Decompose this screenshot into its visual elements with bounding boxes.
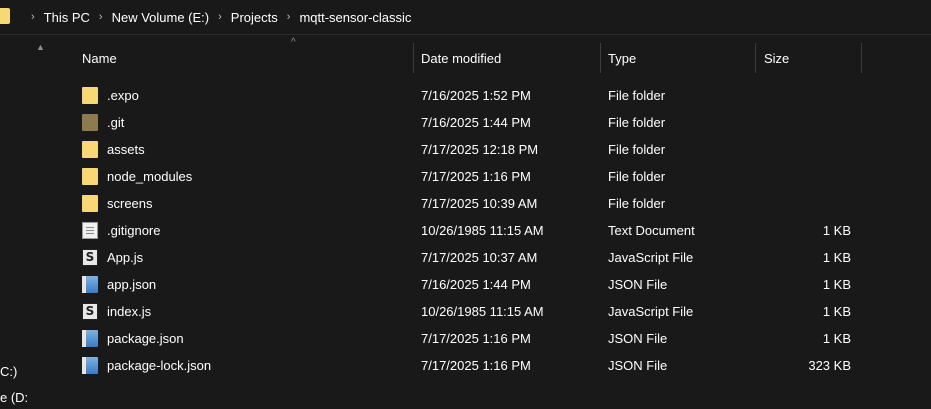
javascript-file-icon: S (82, 249, 98, 266)
file-type: JavaScript File (608, 250, 694, 265)
file-name: .git (107, 115, 125, 130)
file-row[interactable]: assets 7/17/2025 12:18 PM File folder (55, 136, 931, 163)
file-name: app.json (107, 277, 157, 292)
file-type: Text Document (608, 223, 695, 238)
file-date: 7/17/2025 1:16 PM (421, 358, 531, 373)
column-header-name[interactable]: Name (82, 35, 117, 81)
file-date: 7/17/2025 10:37 AM (421, 250, 538, 265)
file-row[interactable]: S App.js 7/17/2025 10:37 AM JavaScript F… (55, 244, 931, 271)
file-type: File folder (608, 142, 666, 157)
file-size: 1 KB (822, 304, 851, 319)
file-type: JSON File (608, 358, 668, 373)
nav-item-drive-c[interactable]: C:) (0, 364, 17, 379)
file-row[interactable]: package-lock.json 7/17/2025 1:16 PM JSON… (55, 352, 931, 379)
column-divider[interactable] (755, 43, 756, 73)
text-file-icon (82, 222, 98, 239)
file-date: 10/26/1985 11:15 AM (421, 304, 544, 319)
file-row[interactable]: app.json 7/16/2025 1:44 PM JSON File 1 K… (55, 271, 931, 298)
file-date: 10/26/1985 11:15 AM (421, 223, 544, 238)
file-type: File folder (608, 169, 666, 184)
file-type: File folder (608, 88, 666, 103)
breadcrumb-this-pc[interactable]: This PC (44, 10, 90, 25)
folder-icon (82, 195, 98, 212)
chevron-right-icon[interactable]: › (209, 11, 231, 23)
file-date: 7/17/2025 12:18 PM (421, 142, 539, 157)
file-row[interactable]: .expo 7/16/2025 1:52 PM File folder (55, 82, 931, 109)
file-size (755, 136, 851, 163)
column-header-row: ^ Name Date modified Type Size (55, 35, 931, 81)
folder-icon (82, 87, 98, 104)
breadcrumb: › This PC › New Volume (E:) › Projects ›… (22, 0, 411, 34)
file-type: File folder (608, 196, 666, 211)
folder-icon (0, 8, 10, 24)
file-size (755, 109, 851, 136)
json-file-icon (82, 330, 98, 347)
column-divider[interactable] (861, 43, 862, 73)
file-row[interactable]: screens 7/17/2025 10:39 AM File folder (55, 190, 931, 217)
file-size (755, 190, 851, 217)
column-divider[interactable] (413, 43, 414, 73)
file-name: package-lock.json (107, 358, 212, 373)
file-size: 1 KB (822, 331, 851, 346)
file-row[interactable]: node_modules 7/17/2025 1:16 PM File fold… (55, 163, 931, 190)
chevron-right-icon[interactable]: › (90, 11, 112, 23)
javascript-file-icon: S (82, 303, 98, 320)
breadcrumb-current-folder[interactable]: mqtt-sensor-classic (299, 10, 411, 25)
file-date: 7/16/2025 1:44 PM (421, 115, 531, 130)
folder-icon (82, 141, 98, 158)
file-name: .gitignore (107, 223, 161, 238)
file-name: assets (107, 142, 145, 157)
file-name: App.js (107, 250, 144, 265)
folder-icon (82, 168, 98, 185)
sort-ascending-icon: ^ (291, 37, 296, 48)
file-name: .expo (107, 88, 139, 103)
chevron-right-icon[interactable]: › (278, 11, 300, 23)
file-size (755, 82, 851, 109)
file-size (755, 163, 851, 190)
nav-item-drive-d[interactable]: e (D: (0, 390, 28, 405)
address-bar[interactable]: › This PC › New Volume (E:) › Projects ›… (0, 0, 931, 35)
json-file-icon (82, 357, 98, 374)
file-type: JSON File (608, 277, 668, 292)
file-date: 7/17/2025 1:16 PM (421, 169, 531, 184)
file-date: 7/17/2025 10:39 AM (421, 196, 538, 211)
column-divider[interactable] (600, 43, 601, 73)
breadcrumb-new-volume[interactable]: New Volume (E:) (112, 10, 210, 25)
column-header-date[interactable]: Date modified (421, 35, 501, 81)
file-size: 1 KB (822, 277, 851, 292)
file-date: 7/16/2025 1:44 PM (421, 277, 531, 292)
column-header-size[interactable]: Size (764, 35, 789, 81)
file-size: 1 KB (822, 250, 851, 265)
file-row[interactable]: .gitignore 10/26/1985 11:15 AM Text Docu… (55, 217, 931, 244)
chevron-right-icon: › (31, 11, 35, 23)
file-size: 1 KB (822, 223, 851, 238)
file-name: index.js (107, 304, 152, 319)
breadcrumb-projects[interactable]: Projects (231, 10, 278, 25)
file-date: 7/16/2025 1:52 PM (421, 88, 531, 103)
file-type: JSON File (608, 331, 668, 346)
file-name: node_modules (107, 169, 193, 184)
file-date: 7/17/2025 1:16 PM (421, 331, 531, 346)
file-row[interactable]: package.json 7/17/2025 1:16 PM JSON File… (55, 325, 931, 352)
scroll-up-icon[interactable]: ▲ (36, 42, 45, 52)
file-name: package.json (107, 331, 184, 346)
file-name: screens (107, 196, 153, 211)
file-type: File folder (608, 115, 666, 130)
column-header-type[interactable]: Type (608, 35, 636, 81)
file-row[interactable]: .git 7/16/2025 1:44 PM File folder (55, 109, 931, 136)
json-file-icon (82, 276, 98, 293)
folder-icon (82, 114, 98, 131)
navigation-pane: ▲ C:) e (D: (0, 35, 55, 409)
file-size: 323 KB (808, 358, 851, 373)
file-type: JavaScript File (608, 304, 694, 319)
file-row[interactable]: S index.js 10/26/1985 11:15 AM JavaScrip… (55, 298, 931, 325)
